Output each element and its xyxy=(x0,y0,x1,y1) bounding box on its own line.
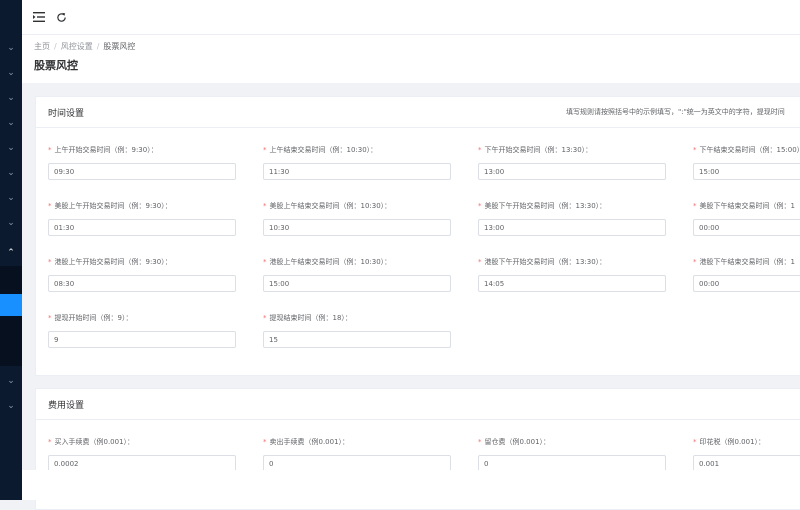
us-am-start-input[interactable]: 01:30 xyxy=(48,219,236,236)
sidebar-chevron-down-icon[interactable]: ⌄ xyxy=(0,166,22,180)
sidebar-chevron-down-icon[interactable]: ⌄ xyxy=(0,191,22,205)
withdraw-start-input[interactable]: 9 xyxy=(48,331,236,348)
field-label: 下午结束交易时间（例：15:00） xyxy=(700,146,800,154)
form-field: *留仓费（例0.001）： 0 xyxy=(478,437,666,472)
form-field: *提现结束时间（例：18）： 15 xyxy=(263,313,451,348)
breadcrumb-item[interactable]: 主页 xyxy=(34,42,50,51)
us-pm-end-input[interactable]: 00:00 xyxy=(693,219,800,236)
sidebar: ⌄ ⌄ ⌄ ⌄ ⌄ ⌄ ⌄ ⌄ ⌃ ⌄ ⌄ xyxy=(0,0,22,500)
form-field: *港股下午结束交易时间（例：1 00:00 xyxy=(693,257,800,292)
card-title: 费用设置 xyxy=(48,398,84,411)
hk-am-start-input[interactable]: 08:30 xyxy=(48,275,236,292)
field-label: 美股上午结束交易时间（例：10:30）： xyxy=(270,202,392,210)
sidebar-chevron-up-icon[interactable]: ⌃ xyxy=(0,246,22,260)
field-label: 下午开始交易时间（例：13:30）： xyxy=(485,146,593,154)
form-field: *买入手续费（例0.001）： 0.0002 xyxy=(48,437,236,472)
us-pm-start-input[interactable]: 13:00 xyxy=(478,219,666,236)
field-label: 美股下午结束交易时间（例：1 xyxy=(700,202,795,210)
field-label: 买入手续费（例0.001）： xyxy=(55,438,135,446)
pm-start-input[interactable]: 13:00 xyxy=(478,163,666,180)
pm-end-input[interactable]: 15:00 xyxy=(693,163,800,180)
footer-area xyxy=(22,470,800,500)
form-field: *下午开始交易时间（例：13:30）： 13:00 xyxy=(478,145,666,180)
sidebar-chevron-down-icon[interactable]: ⌄ xyxy=(0,116,22,130)
form-field: *下午结束交易时间（例：15:00） 15:00 xyxy=(693,145,800,180)
withdraw-end-input[interactable]: 15 xyxy=(263,331,451,348)
breadcrumb-item[interactable]: 风控设置 xyxy=(61,42,93,51)
time-settings-card: 时间设置 填写规则请按照括号中的示例填写，":"统一为英文中的字符，提现时间 *… xyxy=(35,96,800,376)
am-start-input[interactable]: 09:30 xyxy=(48,163,236,180)
topbar xyxy=(22,0,800,35)
field-label: 上午开始交易时间（例：9:30）： xyxy=(55,146,158,154)
sidebar-submenu xyxy=(0,266,22,366)
form-field: *上午结束交易时间（例：10:30）： 11:30 xyxy=(263,145,451,180)
field-label: 港股下午结束交易时间（例：1 xyxy=(700,258,795,266)
field-label: 提现结束时间（例：18）： xyxy=(270,314,352,322)
card-hint: 填写规则请按照括号中的示例填写，":"统一为英文中的字符，提现时间 xyxy=(566,107,785,117)
breadcrumb-current: 股票风控 xyxy=(103,42,135,51)
hk-pm-end-input[interactable]: 00:00 xyxy=(693,275,800,292)
form-field: *美股下午结束交易时间（例：1 00:00 xyxy=(693,201,800,236)
refresh-icon[interactable] xyxy=(53,9,69,25)
sidebar-chevron-down-icon[interactable]: ⌄ xyxy=(0,399,22,413)
field-label: 印花税（例0.001）： xyxy=(700,438,766,446)
field-label: 上午结束交易时间（例：10:30）： xyxy=(270,146,378,154)
sidebar-chevron-down-icon[interactable]: ⌄ xyxy=(0,41,22,55)
form-field: *美股上午开始交易时间（例：9:30）： 01:30 xyxy=(48,201,236,236)
hk-am-end-input[interactable]: 15:00 xyxy=(263,275,451,292)
form-field: *美股下午开始交易时间（例：13:30）： 13:00 xyxy=(478,201,666,236)
sidebar-chevron-down-icon[interactable]: ⌄ xyxy=(0,66,22,80)
sidebar-chevron-down-icon[interactable]: ⌄ xyxy=(0,374,22,388)
form-field: *港股上午开始交易时间（例：9:30）： 08:30 xyxy=(48,257,236,292)
form-field: *上午开始交易时间（例：9:30）： 09:30 xyxy=(48,145,236,180)
am-end-input[interactable]: 11:30 xyxy=(263,163,451,180)
field-label: 卖出手续费（例0.001）： xyxy=(270,438,350,446)
card-title: 时间设置 xyxy=(48,106,84,119)
sidebar-chevron-down-icon[interactable]: ⌄ xyxy=(0,91,22,105)
sidebar-chevron-down-icon[interactable]: ⌄ xyxy=(0,141,22,155)
field-label: 港股上午结束交易时间（例：10:30）： xyxy=(270,258,392,266)
us-am-end-input[interactable]: 10:30 xyxy=(263,219,451,236)
field-label: 港股上午开始交易时间（例：9:30）： xyxy=(55,258,172,266)
field-label: 美股上午开始交易时间（例：9:30）： xyxy=(55,202,172,210)
sidebar-active-item[interactable] xyxy=(0,294,22,316)
form-field: *印花税（例0.001）： 0.001 xyxy=(693,437,800,472)
form-field: *提现开始时间（例：9）： 9 xyxy=(48,313,236,348)
indent-icon[interactable] xyxy=(31,9,47,25)
field-label: 美股下午开始交易时间（例：13:30）： xyxy=(485,202,607,210)
field-label: 留仓费（例0.001）： xyxy=(485,438,551,446)
form-field: *美股上午结束交易时间（例：10:30）： 10:30 xyxy=(263,201,451,236)
form-field: *港股上午结束交易时间（例：10:30）： 15:00 xyxy=(263,257,451,292)
form-field: *卖出手续费（例0.001）： 0 xyxy=(263,437,451,472)
form-field: *港股下午开始交易时间（例：13:30）： 14:05 xyxy=(478,257,666,292)
page-title: 股票风控 xyxy=(34,57,78,73)
field-label: 港股下午开始交易时间（例：13:30）： xyxy=(485,258,607,266)
hk-pm-start-input[interactable]: 14:05 xyxy=(478,275,666,292)
field-label: 提现开始时间（例：9）： xyxy=(55,314,133,322)
sidebar-chevron-down-icon[interactable]: ⌄ xyxy=(0,216,22,230)
page-header: 主页/风控设置/股票风控 股票风控 xyxy=(22,35,800,83)
breadcrumb: 主页/风控设置/股票风控 xyxy=(34,41,135,52)
